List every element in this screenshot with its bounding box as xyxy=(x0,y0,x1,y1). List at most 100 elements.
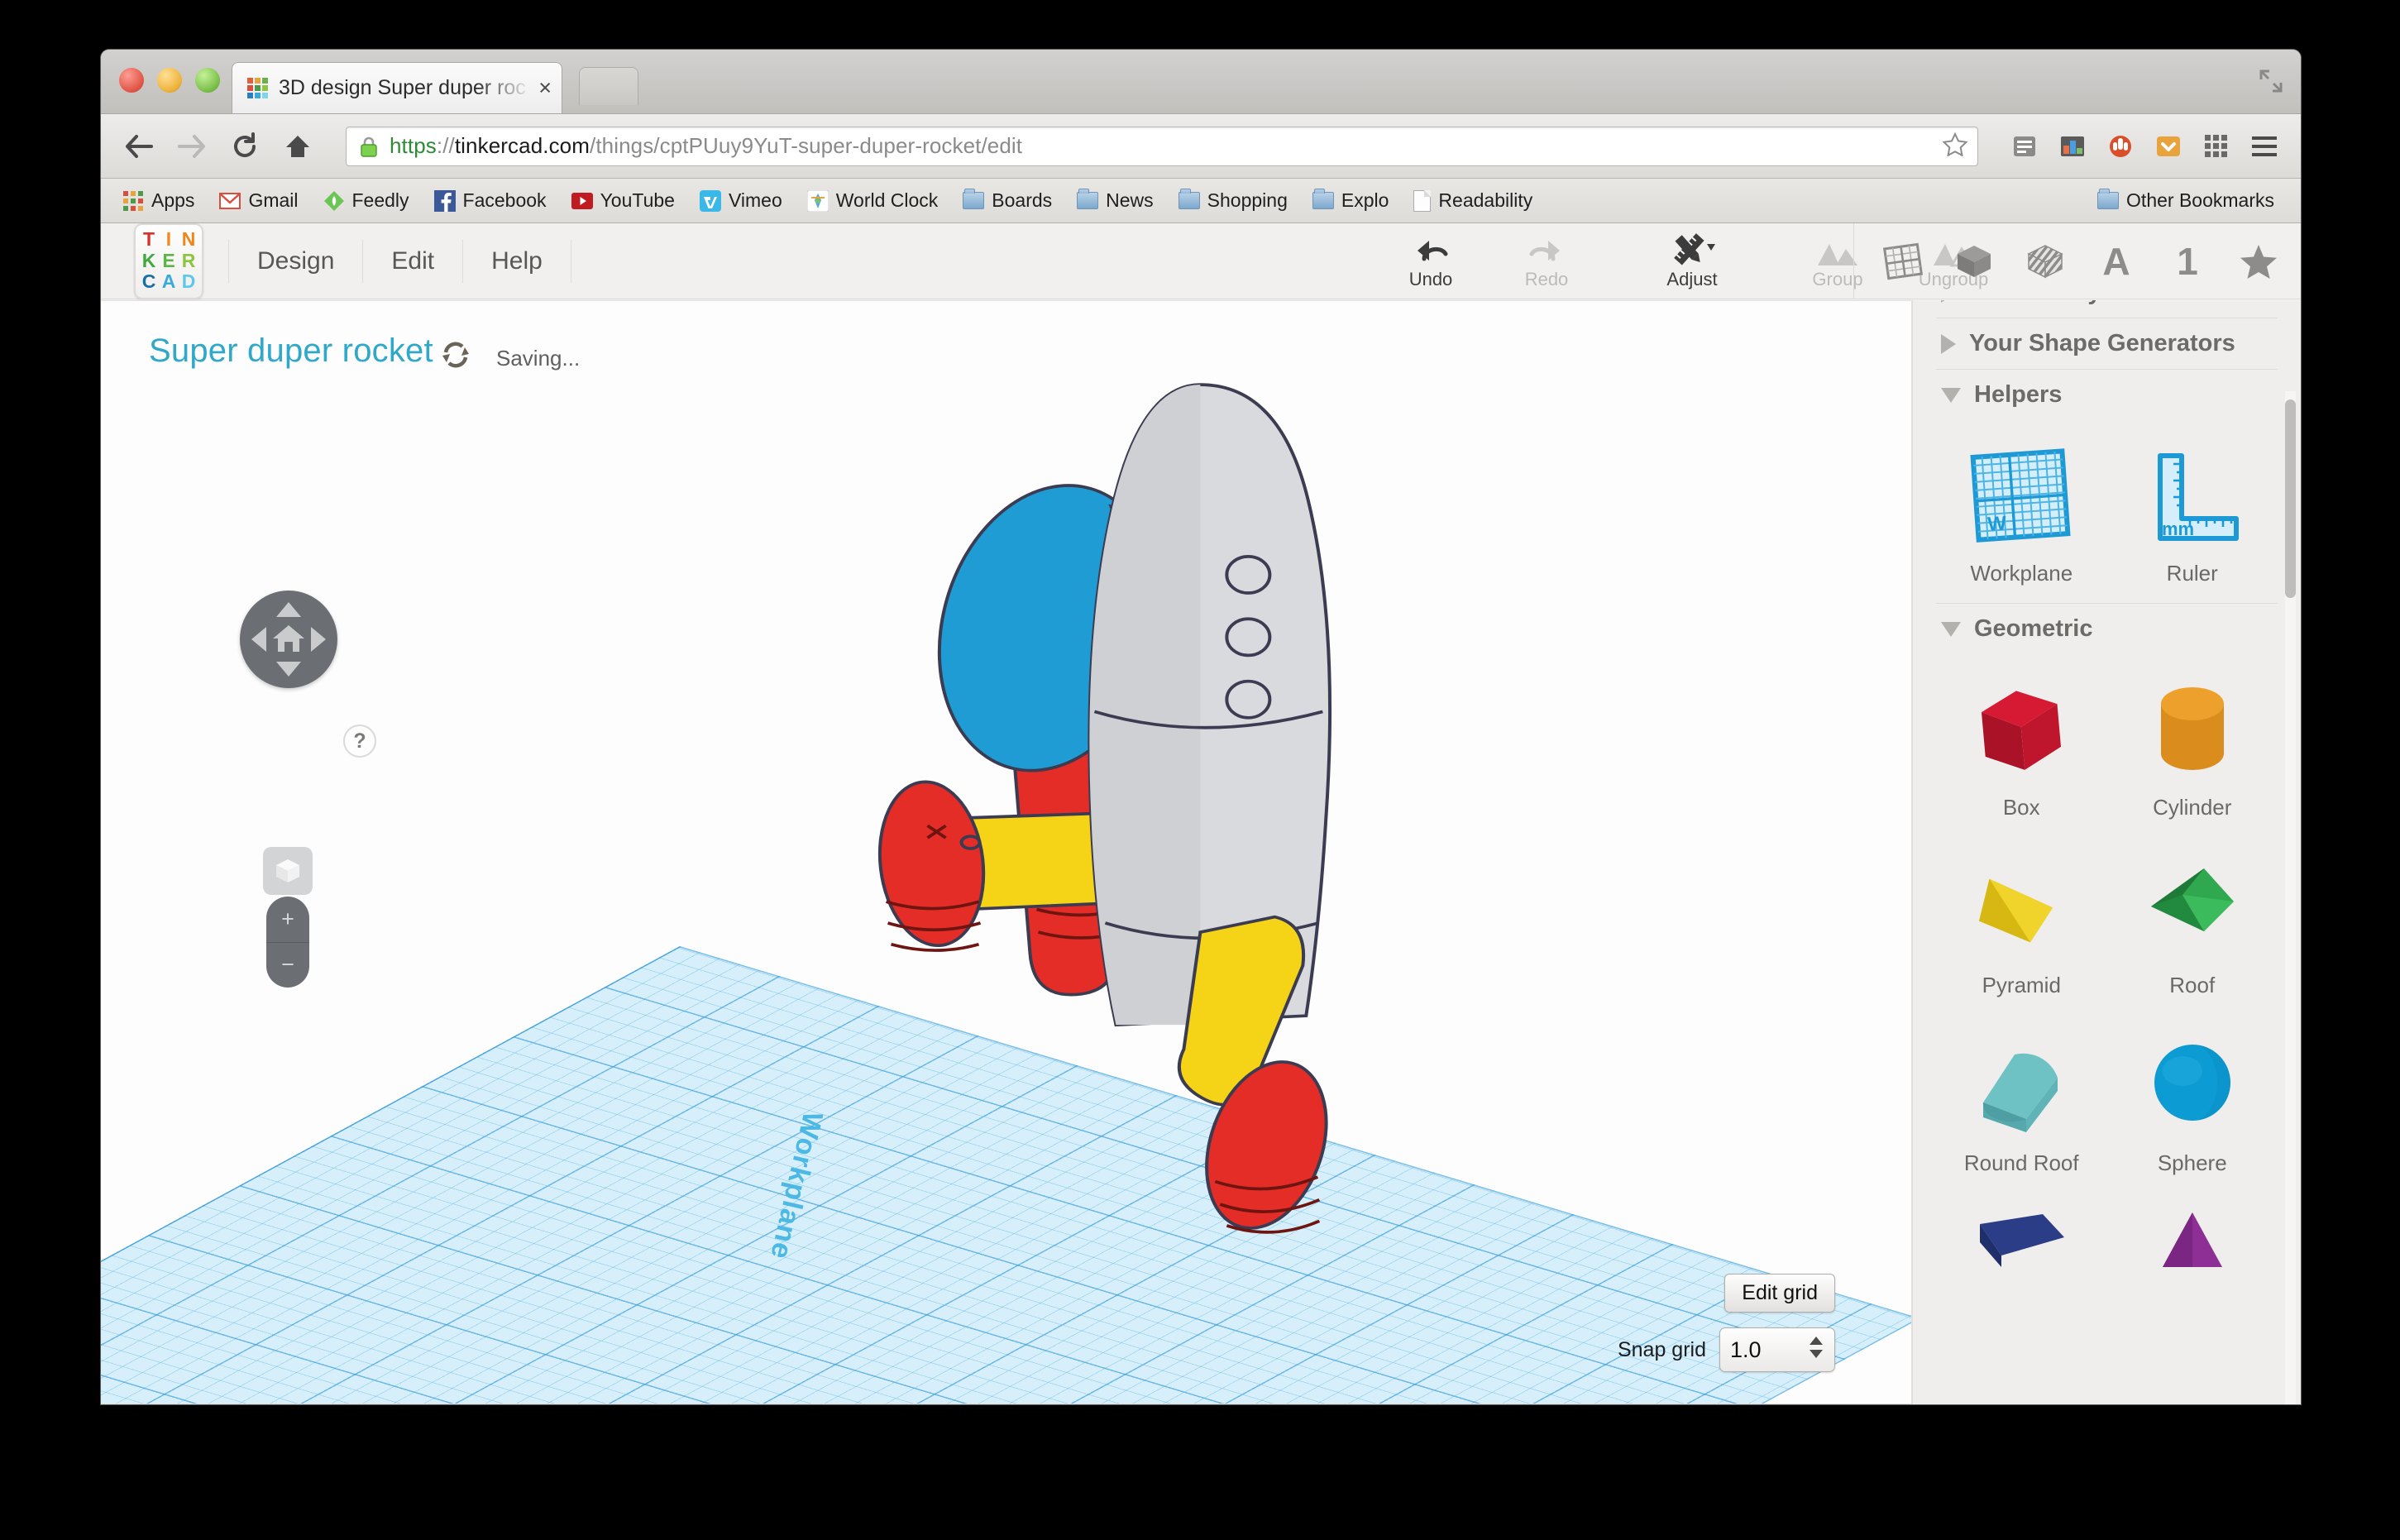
bookmark-boards[interactable]: Boards xyxy=(963,189,1053,211)
extension-block-icon[interactable] xyxy=(2106,132,2135,160)
logo-letter: T xyxy=(142,227,155,250)
minimize-window-button[interactable] xyxy=(157,68,182,93)
back-button[interactable] xyxy=(122,130,155,163)
help-button[interactable]: ? xyxy=(343,725,376,758)
folder-icon xyxy=(1178,189,1200,209)
extension-apps-icon[interactable] xyxy=(2202,132,2231,160)
extension-notes-icon[interactable] xyxy=(2010,132,2039,160)
rocket-leg-left-yellow xyxy=(937,810,1146,911)
bookmark-shopping[interactable]: Shopping xyxy=(1178,189,1288,210)
new-tab-button[interactable] xyxy=(579,67,638,105)
undo-button[interactable]: Undo xyxy=(1391,232,1470,290)
extension-chart-icon[interactable] xyxy=(2058,132,2087,160)
browser-window: 3D design Super duper roc × https://tink… xyxy=(101,50,2301,1404)
browser-menu-button[interactable] xyxy=(2249,132,2279,160)
address-bar[interactable]: https://tinkercad.com/things/cptPUuy9YuT… xyxy=(346,126,1978,166)
undo-label: Undo xyxy=(1408,269,1453,289)
helpers-shape-grid: W Workplane mm Ruler xyxy=(1936,420,2278,604)
ruler-pencil-icon xyxy=(1669,232,1715,267)
other-bookmarks-folder[interactable]: Other Bookmarks xyxy=(2097,189,2274,210)
zoom-window-button[interactable] xyxy=(195,68,220,93)
svg-text:mm: mm xyxy=(2162,519,2194,539)
bookmark-label: Apps xyxy=(151,189,195,211)
bookmark-world-clock[interactable]: World Clock xyxy=(806,189,938,212)
menu-design[interactable]: Design xyxy=(228,239,364,283)
text-a-icon[interactable]: A xyxy=(2096,240,2137,283)
home-button[interactable] xyxy=(281,130,314,163)
extension-pocket-icon[interactable] xyxy=(2154,132,2183,160)
shapes-sidebar[interactable]: Community Your Shape Generators Helpers xyxy=(1912,300,2301,1404)
bookmark-readability[interactable]: Readability xyxy=(1413,189,1532,212)
menu-help[interactable]: Help xyxy=(463,239,571,283)
zoom-out-button[interactable]: − xyxy=(266,943,309,988)
striped-cube-icon[interactable] xyxy=(2025,241,2066,282)
fit-view-button[interactable] xyxy=(263,847,313,895)
sidebar-section-geometric[interactable]: Geometric xyxy=(1936,604,2278,654)
close-window-button[interactable] xyxy=(119,68,144,93)
shape-item-cylinder[interactable]: Cylinder xyxy=(2107,676,2278,820)
bookmark-explo[interactable]: Explo xyxy=(1312,189,1389,210)
tinkercad-app: T I N K E R C A D Design Edit Help Undo … xyxy=(101,223,2301,1404)
close-tab-icon[interactable]: × xyxy=(532,75,552,101)
shape-item-workplane[interactable]: W Workplane xyxy=(1936,442,2107,586)
bookmark-star-icon[interactable] xyxy=(1931,132,1968,160)
snap-grid-select[interactable]: 1.0 xyxy=(1719,1327,1835,1372)
folder-icon xyxy=(2097,189,2120,209)
shape-item-ruler[interactable]: mm Ruler xyxy=(2107,442,2278,586)
ruler-mm-blue-icon: mm xyxy=(2135,442,2250,549)
bookmark-label: News xyxy=(1106,189,1154,211)
design-title[interactable]: Super duper rocket xyxy=(149,332,433,370)
sidebar-section-community[interactable]: Community xyxy=(1936,300,2278,318)
bookmark-feedly[interactable]: Feedly xyxy=(323,190,409,212)
bookmark-youtube[interactable]: YouTube xyxy=(571,190,675,212)
bookmark-gmail[interactable]: Gmail xyxy=(219,190,299,212)
bookmark-news[interactable]: News xyxy=(1077,189,1154,211)
star-icon[interactable] xyxy=(2238,241,2279,282)
zoom-controls[interactable]: + − xyxy=(266,897,309,988)
workplane-grid-icon[interactable] xyxy=(1882,241,1924,282)
triangle-right-icon xyxy=(1941,300,1956,303)
home-view-icon[interactable] xyxy=(270,620,307,657)
sidebar-section-your-shape-generators[interactable]: Your Shape Generators xyxy=(1936,318,2278,370)
number-one-icon[interactable]: 1 xyxy=(2167,240,2208,283)
shape-item-pyramid[interactable]: Pyramid xyxy=(1936,854,2107,998)
menu-edit[interactable]: Edit xyxy=(363,239,464,283)
view-down-arrow-icon[interactable] xyxy=(276,662,301,677)
tinkercad-logo[interactable]: T I N K E R C A D xyxy=(134,223,203,299)
snap-grid-label: Snap grid xyxy=(1617,1337,1706,1361)
view-right-arrow-icon[interactable] xyxy=(311,627,326,652)
shape-label: Box xyxy=(2002,795,2040,820)
shape-item-cone[interactable] xyxy=(2107,1209,2278,1279)
redo-button[interactable]: Redo xyxy=(1507,232,1586,290)
section-label: Helpers xyxy=(1974,381,2063,408)
shape-item-box[interactable]: Box xyxy=(1936,676,2107,820)
bookmark-label: Boards xyxy=(992,189,1053,211)
shape-item-round-roof[interactable]: Round Roof xyxy=(1936,1031,2107,1176)
view-up-arrow-icon[interactable] xyxy=(276,602,301,617)
stepper-arrows-icon[interactable] xyxy=(1810,1337,1823,1358)
bookmark-facebook[interactable]: Facebook xyxy=(433,189,547,212)
view-navigation-pad[interactable] xyxy=(240,591,337,688)
view-left-arrow-icon[interactable] xyxy=(251,627,266,652)
bookmark-vimeo[interactable]: Vimeo xyxy=(699,189,782,212)
reload-button[interactable] xyxy=(228,130,261,163)
zoom-in-button[interactable]: + xyxy=(266,897,309,943)
triangle-right-icon xyxy=(1941,333,1956,354)
shape-item-roof[interactable]: Roof xyxy=(2107,854,2278,998)
solid-cube-icon[interactable] xyxy=(1953,241,1995,282)
shape-item-sphere[interactable]: Sphere xyxy=(2107,1031,2278,1176)
3d-canvas[interactable]: Workplane Super duper rocket Saving... ?… xyxy=(101,300,1912,1404)
maximize-window-icon[interactable] xyxy=(2259,69,2283,93)
forward-button[interactable] xyxy=(175,130,208,163)
shape-item-slab[interactable] xyxy=(1936,1209,2107,1279)
roof-green-icon xyxy=(2135,854,2250,961)
browser-tab[interactable]: 3D design Super duper roc × xyxy=(232,62,562,113)
bookmark-apps[interactable]: Apps xyxy=(122,190,194,212)
adjust-label: Adjust xyxy=(1666,269,1718,289)
adjust-button[interactable]: Adjust xyxy=(1652,232,1732,290)
edit-grid-button[interactable]: Edit grid xyxy=(1724,1274,1835,1313)
shape-label: Round Roof xyxy=(1963,1150,2079,1175)
sidebar-section-helpers[interactable]: Helpers xyxy=(1936,370,2278,420)
undo-arrow-icon xyxy=(1413,232,1449,267)
workplane-blue-grid-icon: W xyxy=(1963,442,2079,549)
